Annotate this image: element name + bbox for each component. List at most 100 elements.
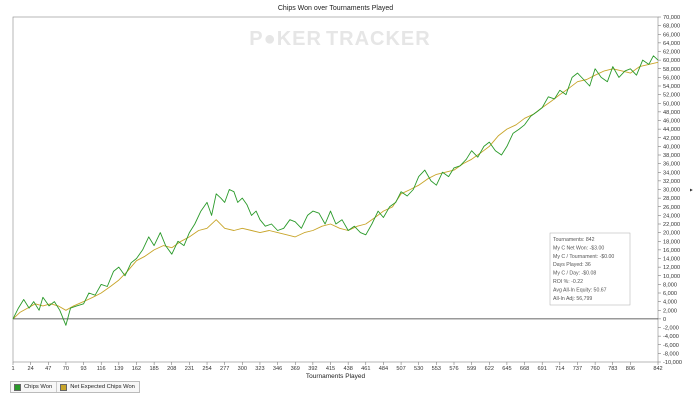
watermark-chip-icon: ● bbox=[264, 28, 277, 50]
y-tick-label: 34,000 bbox=[663, 170, 680, 176]
x-tick-label: 70 bbox=[63, 366, 69, 372]
y-tick-label: 38,000 bbox=[663, 153, 680, 159]
chart-area: Chips Won over Tournaments Played P●KER T… bbox=[11, 5, 693, 380]
y-tick-label: 10,000 bbox=[663, 274, 680, 280]
y-tick-label: 30,000 bbox=[663, 188, 680, 194]
legend-item-chips-won[interactable]: Chips Won bbox=[11, 382, 58, 392]
y-tick-label: 66,000 bbox=[663, 32, 680, 38]
stats-line: All-In Adj: 56,799 bbox=[553, 296, 592, 302]
stats-line: Avg All-In Equity: 50.67 bbox=[553, 287, 607, 293]
x-tick-label: 461 bbox=[361, 366, 370, 372]
y-tick-label: 42,000 bbox=[663, 136, 680, 142]
x-tick-label: 254 bbox=[202, 366, 211, 372]
y-tick-label: -6,000 bbox=[663, 343, 679, 349]
x-tick-label: 668 bbox=[520, 366, 529, 372]
plot-frame bbox=[12, 16, 659, 363]
stats-line: My C Net Won: -$3.00 bbox=[553, 245, 604, 251]
x-tick-label: 576 bbox=[449, 366, 458, 372]
x-tick-label: 162 bbox=[132, 366, 141, 372]
y-tick-label: 26,000 bbox=[663, 205, 680, 211]
x-tick-label: 622 bbox=[485, 366, 494, 372]
x-tick-label: 842 bbox=[653, 366, 662, 372]
x-tick-label: 783 bbox=[608, 366, 617, 372]
y-tick-label: 8,000 bbox=[663, 282, 677, 288]
legend-item-net-expected[interactable]: Net Expected Chips Won bbox=[57, 382, 139, 392]
pokertracker-watermark: P●KER TRACKER bbox=[249, 28, 430, 50]
x-tick-label: 507 bbox=[396, 366, 405, 372]
x-tick-label: 484 bbox=[379, 366, 388, 372]
x-tick-label: 806 bbox=[626, 366, 635, 372]
legend-label: Chips Won bbox=[24, 384, 53, 390]
y-tick-label: 4,000 bbox=[663, 300, 677, 306]
y-tick-label: 44,000 bbox=[663, 127, 680, 133]
y-tick-label: 48,000 bbox=[663, 110, 680, 116]
chart-title: Chips Won over Tournaments Played bbox=[278, 5, 393, 12]
y-axis: -10,000 -8,000 -6,000 -4,000 -2,000 0 2,000 4,0… bbox=[658, 15, 682, 366]
y-tick-label: 24,000 bbox=[663, 213, 680, 219]
y-tick-label: -10,000 bbox=[663, 360, 682, 366]
stats-line: My C / Tournament: -$0.00 bbox=[553, 254, 614, 260]
y-tick-label: -4,000 bbox=[663, 334, 679, 340]
x-tick-label: 346 bbox=[273, 366, 282, 372]
y-tick-label: 16,000 bbox=[663, 248, 680, 254]
x-tick-label: 1 bbox=[11, 366, 14, 372]
y-tick-label: 64,000 bbox=[663, 41, 680, 47]
x-axis-title: Tournaments Played bbox=[306, 373, 366, 380]
x-tick-label: 760 bbox=[590, 366, 599, 372]
x-tick-label: 392 bbox=[308, 366, 317, 372]
x-tick-label: 24 bbox=[28, 366, 34, 372]
x-axis: 1 24 47 70 93 116 139 162 185 208 231 254 277 300 323 3… bbox=[11, 362, 663, 372]
legend-label: Net Expected Chips Won bbox=[70, 384, 135, 390]
x-tick-label: 553 bbox=[432, 366, 441, 372]
y-tick-label: 2,000 bbox=[663, 308, 677, 314]
y-tick-label: 68,000 bbox=[663, 24, 680, 30]
x-tick-label: 208 bbox=[167, 366, 176, 372]
x-tick-label: 93 bbox=[80, 366, 86, 372]
stats-line: Tournaments: 842 bbox=[553, 237, 595, 243]
y-tick-label: 20,000 bbox=[663, 231, 680, 237]
x-tick-label: 323 bbox=[255, 366, 264, 372]
x-tick-label: 737 bbox=[573, 366, 582, 372]
x-tick-label: 47 bbox=[45, 366, 51, 372]
legend-swatch bbox=[14, 383, 21, 391]
stats-line: Days Played: 36 bbox=[553, 262, 591, 268]
x-tick-label: 139 bbox=[114, 366, 123, 372]
y-tick-label: 36,000 bbox=[663, 162, 680, 168]
y-tick-label: 12,000 bbox=[663, 265, 680, 271]
y-tick-label: 28,000 bbox=[663, 196, 680, 202]
y-tick-label: 52,000 bbox=[663, 93, 680, 99]
x-tick-label: 231 bbox=[185, 366, 194, 372]
stats-line: My C / Day: -$0.08 bbox=[553, 271, 596, 277]
y-tick-label: -8,000 bbox=[663, 351, 679, 357]
x-tick-label: 415 bbox=[326, 366, 335, 372]
stats-box-frame bbox=[549, 232, 631, 306]
x-tick-label: 300 bbox=[238, 366, 247, 372]
y-tick-label: 50,000 bbox=[663, 101, 680, 107]
watermark-middle: KER bbox=[277, 28, 322, 50]
watermark-suffix: TRACKER bbox=[326, 28, 431, 50]
y-tick-label: 14,000 bbox=[663, 257, 680, 263]
stats-box: Tournaments: 842 My C Net Won: -$3.00 My C… bbox=[549, 232, 631, 306]
y-tick-label: 32,000 bbox=[663, 179, 680, 185]
x-tick-label: 116 bbox=[97, 366, 106, 372]
y-tick-label: 56,000 bbox=[663, 75, 680, 81]
y-tick-label: 58,000 bbox=[663, 67, 680, 73]
x-tick-label: 369 bbox=[291, 366, 300, 372]
x-tick-label: 599 bbox=[467, 366, 476, 372]
y-tick-label: 46,000 bbox=[663, 119, 680, 125]
x-tick-label: 645 bbox=[502, 366, 511, 372]
y-tick-label: 0 bbox=[663, 317, 666, 323]
y-tick-label: 70,000 bbox=[663, 15, 680, 21]
x-tick-label: 691 bbox=[538, 366, 547, 372]
y-tick-label: 60,000 bbox=[663, 58, 680, 64]
legend: Chips Won Net Expected Chips Won bbox=[10, 381, 140, 393]
x-tick-label: 530 bbox=[414, 366, 423, 372]
y-tick-label: 62,000 bbox=[663, 50, 680, 56]
watermark-prefix: P bbox=[249, 28, 263, 50]
x-tick-label: 438 bbox=[343, 366, 352, 372]
y-tick-label: 54,000 bbox=[663, 84, 680, 90]
y-tick-label: 18,000 bbox=[663, 239, 680, 245]
legend-swatch bbox=[60, 383, 68, 391]
axis-arrow-icon: ▸ bbox=[690, 188, 693, 194]
y-tick-label: -2,000 bbox=[663, 326, 679, 332]
